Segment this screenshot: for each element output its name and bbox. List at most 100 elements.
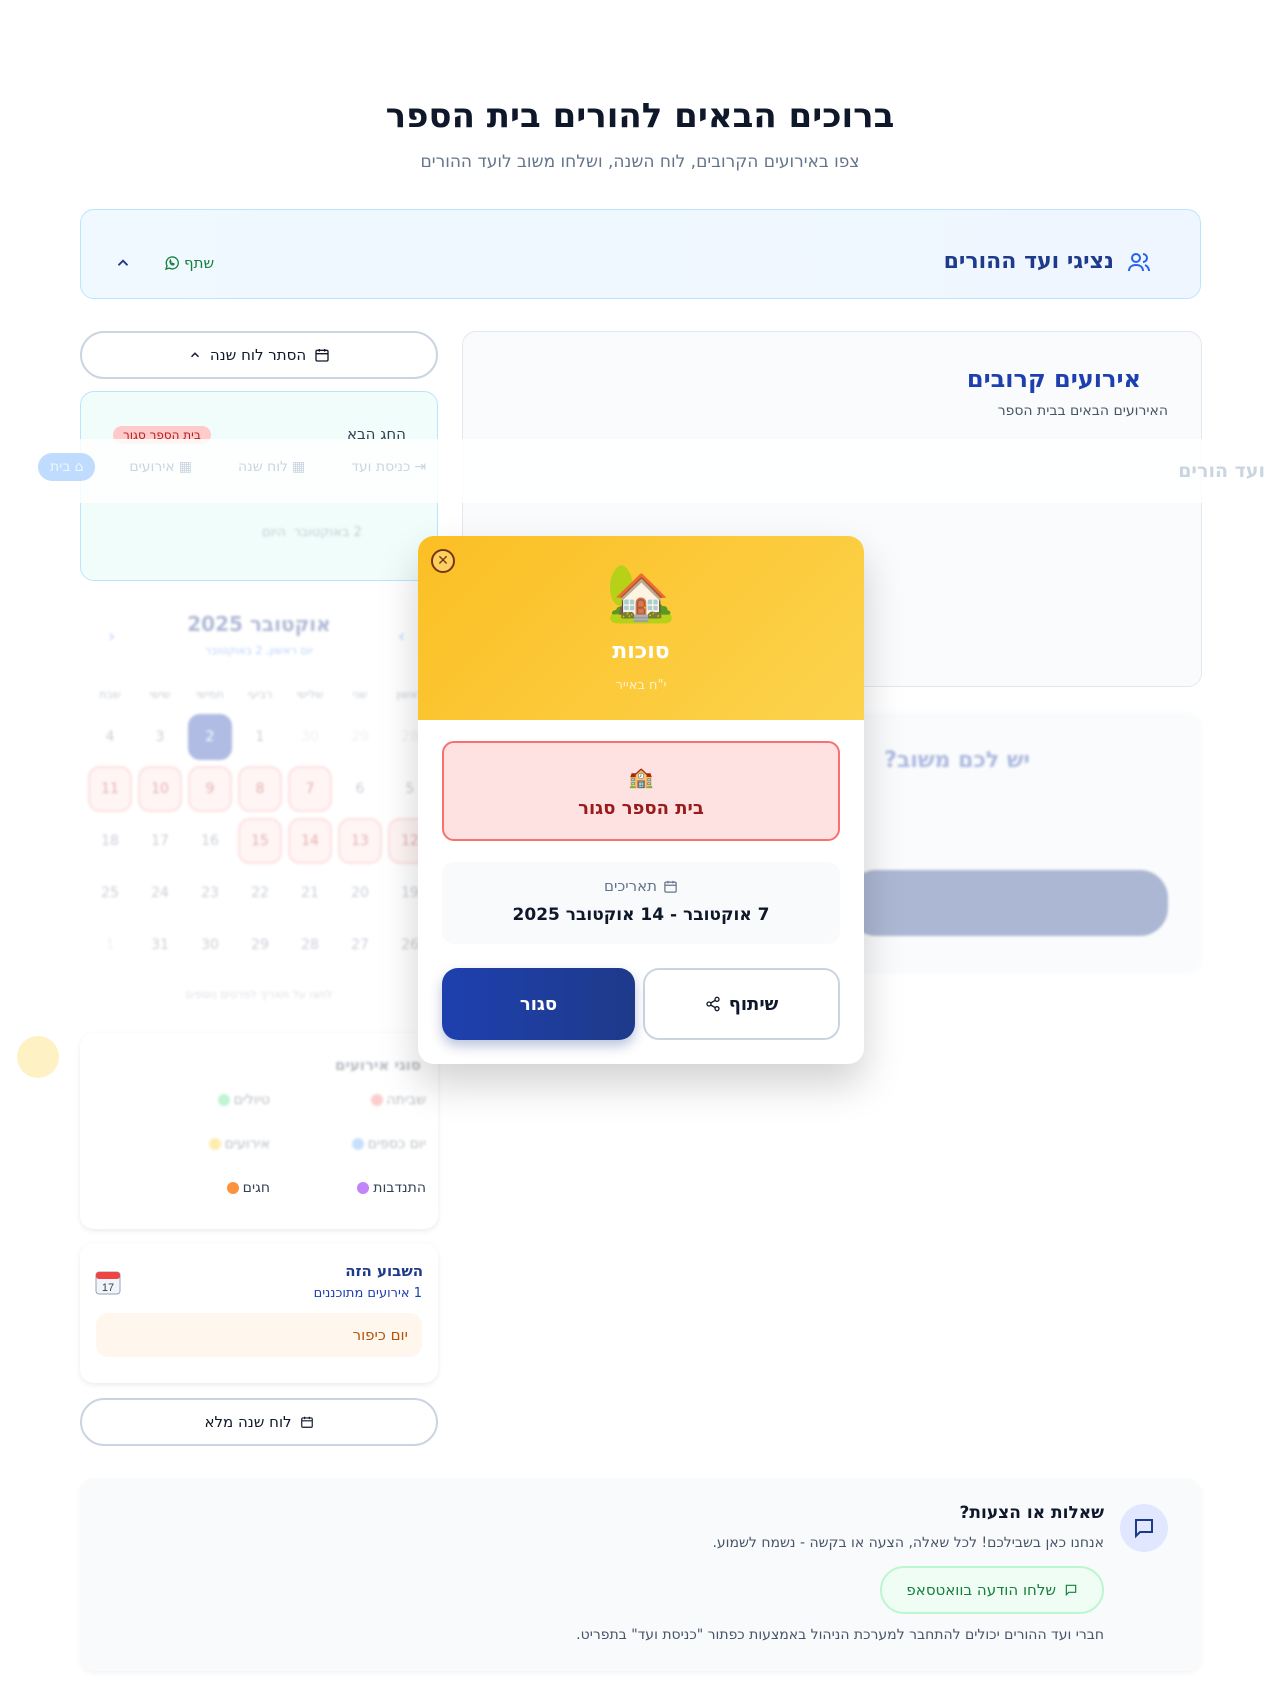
this-week-event[interactable]: יום כיפור bbox=[96, 1313, 422, 1357]
calendar-day[interactable]: 2 bbox=[188, 714, 232, 760]
legend-label: טיולים bbox=[233, 1092, 270, 1108]
calendar-day[interactable]: 29 bbox=[238, 922, 282, 968]
calendar-day[interactable]: 7 bbox=[288, 766, 332, 812]
questions-title: שאלות או הצעות? bbox=[959, 1503, 1104, 1523]
calendar-day[interactable]: 30 bbox=[188, 922, 232, 968]
legend-dot bbox=[226, 1182, 239, 1194]
nav-item-label: בית bbox=[50, 459, 71, 475]
feedback-title: יש לכם משוב? bbox=[884, 748, 1030, 773]
calendar-grid: ראשון שני שלישי רביעי חמישי שישי שבת 28 29 30 1 2 3 4… bbox=[85, 688, 435, 968]
message-icon bbox=[1064, 1583, 1078, 1597]
feedback-send-button[interactable] bbox=[848, 870, 1168, 936]
whatsapp-icon bbox=[164, 255, 180, 271]
type-item-holidays: חגים bbox=[226, 1180, 270, 1196]
nav-brand[interactable]: ועד הורים bbox=[1178, 460, 1265, 482]
page-subtitle: צפו באירועים הקרובים, לוח השנה, ושלחו מש… bbox=[420, 152, 860, 172]
calendar-weekday: שבת bbox=[99, 688, 121, 701]
dates-box bbox=[442, 862, 840, 944]
calendar-day[interactable]: 8 bbox=[238, 766, 282, 812]
calendar-day[interactable]: 13 bbox=[338, 818, 382, 864]
whatsapp-share-label: שתף bbox=[184, 254, 215, 272]
modal-title: סוכות bbox=[612, 639, 670, 664]
event-types-title: סוגי אירועים bbox=[334, 1056, 421, 1074]
calendar-day[interactable]: 22 bbox=[238, 870, 282, 916]
house-icon: 🏡 bbox=[606, 561, 676, 626]
type-item-events: אירועים bbox=[208, 1136, 270, 1152]
calendar-day[interactable]: 25 bbox=[88, 870, 132, 916]
hide-calendar-button[interactable]: הסתר לוח שנה bbox=[80, 331, 438, 379]
today-line: 2 באוקטובר היום bbox=[262, 525, 362, 540]
calendar-icon bbox=[300, 1415, 314, 1429]
calendar-icon: ▦ bbox=[178, 459, 192, 475]
nav-item-home[interactable]: ⌂ בית bbox=[38, 453, 96, 481]
full-calendar-button[interactable]: לוח שנה מלא bbox=[80, 1398, 438, 1446]
type-item-trips: טיולים bbox=[217, 1092, 270, 1108]
calendar-day[interactable]: 23 bbox=[188, 870, 232, 916]
calendar-day[interactable]: 30 bbox=[288, 714, 332, 760]
dates-label-text: תאריכים bbox=[604, 877, 657, 895]
calendar-day[interactable]: 4 bbox=[88, 714, 132, 760]
calendar-day[interactable]: 1 bbox=[238, 714, 282, 760]
chevron-up-icon[interactable] bbox=[114, 254, 132, 272]
calendar-day[interactable]: 17 bbox=[138, 818, 182, 864]
page-title: ברוכים הבאים להורים בית הספר bbox=[385, 96, 895, 136]
upcoming-events-title: אירועים קרובים bbox=[966, 365, 1141, 393]
calendar-weekday: רביעי bbox=[247, 688, 273, 701]
type-item-finance: יום כספים bbox=[351, 1136, 426, 1152]
nav-item-calendar[interactable]: ▦ לוח שנה bbox=[226, 453, 317, 481]
hide-calendar-label: הסתר לוח שנה bbox=[209, 346, 307, 364]
school-closed-box bbox=[442, 741, 840, 841]
floating-action-button[interactable] bbox=[17, 1036, 59, 1078]
calendar-day[interactable]: 18 bbox=[88, 818, 132, 864]
calendar-day[interactable]: 24 bbox=[138, 870, 182, 916]
nav-item-events[interactable]: ▦ אירועים bbox=[117, 453, 204, 481]
calendar-icon bbox=[663, 879, 678, 894]
calendar-day[interactable]: 16 bbox=[188, 818, 232, 864]
calendar-day[interactable]: 6 bbox=[338, 766, 382, 812]
calendar-icon: ▦ bbox=[292, 459, 306, 475]
legend-label: אירועים bbox=[224, 1136, 270, 1152]
questions-subtitle: אנחנו כאן בשבילכם! לכל שאלה, הצעה או בקש… bbox=[712, 1535, 1104, 1551]
nav-item-label: כניסת ועד bbox=[351, 459, 411, 475]
calendar-day[interactable]: 9 bbox=[188, 766, 232, 812]
calendar-day[interactable]: 28 bbox=[288, 922, 332, 968]
message-icon bbox=[1120, 1504, 1168, 1552]
nav-item-committee-login[interactable]: ⇥ כניסת ועד bbox=[339, 453, 438, 481]
committee-title: נציגי ועד ההורים bbox=[943, 249, 1114, 274]
chevron-up-icon bbox=[188, 348, 202, 362]
calendar-weekday: שלישי bbox=[296, 688, 324, 701]
calendar-day[interactable]: 14 bbox=[288, 818, 332, 864]
calendar-weekday: חמישי bbox=[196, 688, 224, 701]
calendar-weekday: שני bbox=[352, 688, 368, 701]
type-item-volunteer: התנדבות bbox=[357, 1180, 426, 1196]
calendar-day[interactable]: 10 bbox=[138, 766, 182, 812]
calendar-day[interactable]: 20 bbox=[338, 870, 382, 916]
type-item-strike: שביתה bbox=[370, 1092, 426, 1108]
calendar-day[interactable]: 21 bbox=[288, 870, 332, 916]
whatsapp-message-button[interactable]: שלחו הודעה בוואטסאפ bbox=[880, 1566, 1104, 1614]
calendar-day[interactable]: 31 bbox=[138, 922, 182, 968]
modal-close-button[interactable]: סגור bbox=[442, 968, 635, 1040]
school-icon: 🏫 bbox=[628, 765, 654, 789]
nav-menu: ⌂ בית ▦ אירועים ▦ לוח שנה ⇥ כניסת ועד bbox=[38, 453, 438, 481]
legend-dot bbox=[217, 1094, 230, 1106]
modal-share-button[interactable]: שיתוף bbox=[643, 968, 840, 1040]
calendar-day[interactable]: 1 bbox=[88, 922, 132, 968]
svg-text:17: 17 bbox=[102, 1282, 114, 1294]
share-icon bbox=[705, 996, 721, 1012]
school-closed-text: בית הספר סגור bbox=[578, 798, 704, 819]
calendar-day[interactable]: 29 bbox=[338, 714, 382, 760]
whatsapp-message-label: שלחו הודעה בוואטסאפ bbox=[906, 1581, 1056, 1599]
today-label: היום bbox=[262, 525, 286, 540]
calendar-day[interactable]: 27 bbox=[338, 922, 382, 968]
calendar-day[interactable]: 3 bbox=[138, 714, 182, 760]
dates-value: 7 אוקטובר - 14 אוקטובר 2025 bbox=[512, 905, 770, 925]
questions-note: חברי ועד ההורים יכולים להתחבר למערכת הני… bbox=[576, 1627, 1104, 1643]
calendar-day[interactable]: 15 bbox=[238, 818, 282, 864]
users-icon bbox=[1127, 250, 1151, 274]
calendar-date-icon: 17 bbox=[94, 1268, 122, 1296]
modal-hebrew-date: י"ח באייר bbox=[615, 678, 667, 693]
whatsapp-share-button[interactable]: שתף bbox=[164, 254, 214, 272]
calendar-day[interactable]: 11 bbox=[88, 766, 132, 812]
home-icon: ⌂ bbox=[74, 459, 84, 475]
